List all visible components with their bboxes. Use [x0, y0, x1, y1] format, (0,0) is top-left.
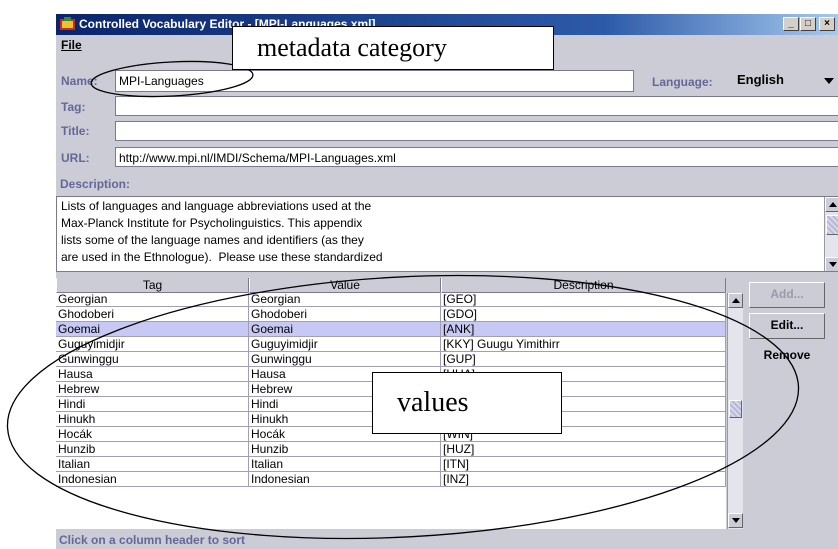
callout-metadata-category: metadata category — [232, 26, 554, 70]
cell-value: Georgian — [249, 292, 441, 307]
description-label: Description: — [60, 177, 131, 191]
table-scrollbar[interactable] — [727, 293, 743, 529]
arrow-down-icon — [732, 518, 740, 523]
arrow-up-icon — [732, 298, 740, 303]
cell-tag: Gunwinggu — [56, 352, 249, 367]
cell-tag: Hindi — [56, 397, 249, 412]
cell-tag: Hunzib — [56, 442, 249, 457]
title-field[interactable] — [115, 121, 838, 141]
menu-file[interactable]: File — [61, 38, 82, 52]
cell-description: [GDO] — [441, 307, 726, 322]
cell-tag: Hebrew — [56, 382, 249, 397]
close-button[interactable]: × — [819, 17, 835, 31]
cell-description: [GEO] — [441, 292, 726, 307]
cell-value: Guguyimidjir — [249, 337, 441, 352]
cell-tag: Hausa — [56, 367, 249, 382]
cell-description: [KKY] Guugu Yimithirr — [441, 337, 726, 352]
cell-value: Ghodoberi — [249, 307, 441, 322]
table-row[interactable]: Gunwinggu Gunwinggu [GUP] — [56, 352, 726, 367]
edit-button[interactable]: Edit... — [749, 313, 825, 339]
cell-description: [ITN] — [441, 457, 726, 472]
name-field[interactable]: MPI-Languages — [115, 70, 634, 92]
app-icon — [60, 17, 75, 30]
cell-value: Hunzib — [249, 442, 441, 457]
description-scrollbar[interactable] — [824, 197, 838, 271]
language-dropdown[interactable]: English — [732, 68, 838, 91]
description-text: Lists of languages and language abbrevia… — [61, 199, 383, 264]
table-row[interactable]: Georgian Georgian [GEO] — [56, 292, 726, 307]
language-value: English — [737, 72, 784, 87]
table-row[interactable]: Ghodoberi Ghodoberi [GDO] — [56, 307, 726, 322]
cell-tag: Hinukh — [56, 412, 249, 427]
remove-button[interactable]: Remove — [749, 343, 825, 369]
maximize-button[interactable]: □ — [800, 17, 816, 31]
column-header-description[interactable]: Description — [441, 278, 726, 293]
cell-tag: Italian — [56, 457, 249, 472]
table-row[interactable]: Goemai Goemai [ANK] — [56, 322, 726, 337]
cell-description: [INZ] — [441, 472, 726, 487]
description-textarea[interactable]: Lists of languages and language abbrevia… — [56, 196, 838, 272]
url-field[interactable]: http://www.mpi.nl/IMDI/Schema/MPI-Langua… — [115, 147, 838, 167]
callout-values: values — [372, 372, 562, 434]
cell-value: Indonesian — [249, 472, 441, 487]
table-row[interactable]: Italian Italian [ITN] — [56, 457, 726, 472]
chevron-down-icon[interactable] — [824, 78, 834, 84]
cell-tag: Goemai — [56, 322, 249, 337]
arrow-up-icon — [829, 202, 837, 207]
table-scroll-down-button[interactable] — [728, 513, 743, 528]
table-scroll-up-button[interactable] — [728, 293, 743, 308]
scroll-up-button[interactable] — [825, 197, 838, 212]
table-header: Tag Value Description — [56, 278, 726, 293]
url-label: URL: — [61, 151, 90, 165]
cell-value: Italian — [249, 457, 441, 472]
table-row[interactable]: Hunzib Hunzib [HUZ] — [56, 442, 726, 457]
table-scroll-thumb[interactable] — [729, 400, 742, 418]
column-header-value[interactable]: Value — [249, 278, 441, 293]
cell-value: Goemai — [249, 322, 441, 337]
scroll-thumb[interactable] — [826, 215, 838, 235]
cell-description: [GUP] — [441, 352, 726, 367]
title-label: Title: — [61, 124, 90, 138]
table-row[interactable]: Guguyimidjir Guguyimidjir [KKY] Guugu Yimi… — [56, 337, 726, 352]
cell-tag: Indonesian — [56, 472, 249, 487]
cell-tag: Hocák — [56, 427, 249, 442]
table-row[interactable]: Indonesian Indonesian [INZ] — [56, 472, 726, 487]
column-header-tag[interactable]: Tag — [56, 278, 249, 293]
arrow-down-icon — [829, 262, 837, 267]
language-label: Language: — [652, 75, 713, 89]
tag-label: Tag: — [61, 100, 86, 114]
cell-description: [HUZ] — [441, 442, 726, 457]
cell-value: Gunwinggu — [249, 352, 441, 367]
cell-tag: Ghodoberi — [56, 307, 249, 322]
editor-window: Controlled Vocabulary Editor - [MPI-Lang… — [55, 13, 838, 549]
name-label: Name: — [61, 74, 98, 88]
cell-tag: Guguyimidjir — [56, 337, 249, 352]
status-bar: Click on a column header to sort — [59, 533, 246, 547]
minimize-button[interactable]: _ — [783, 17, 799, 31]
tag-field[interactable] — [115, 96, 838, 116]
add-button[interactable]: Add... — [749, 282, 825, 308]
cell-description: [ANK] — [441, 322, 726, 337]
cell-tag: Georgian — [56, 292, 249, 307]
scroll-down-button[interactable] — [825, 257, 838, 271]
